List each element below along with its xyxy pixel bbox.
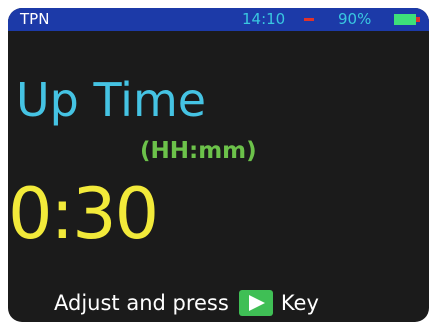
battery-tip	[416, 17, 420, 22]
battery-icon	[394, 14, 420, 25]
status-alert-dash	[304, 18, 314, 21]
status-title: TPN	[20, 10, 50, 28]
unit-label: (HH:mm)	[140, 138, 257, 164]
status-time: 14:10	[242, 10, 286, 28]
screen-heading: Up Time	[16, 73, 207, 127]
hint-suffix: Key	[280, 291, 319, 315]
battery-body	[394, 14, 416, 25]
battery-percent: 90%	[338, 10, 372, 28]
up-time-value[interactable]: 0:30	[8, 172, 159, 256]
play-key-icon	[238, 290, 273, 316]
instruction-hint: Adjust and press Key	[54, 288, 319, 318]
device-screen: TPN 14:10 90% Up Time (HH:mm) 0:30 Adjus…	[8, 8, 429, 322]
status-bar: TPN 14:10 90%	[8, 8, 429, 31]
device-bezel: TPN 14:10 90% Up Time (HH:mm) 0:30 Adjus…	[0, 0, 437, 330]
hint-prefix: Adjust and press	[54, 291, 229, 315]
